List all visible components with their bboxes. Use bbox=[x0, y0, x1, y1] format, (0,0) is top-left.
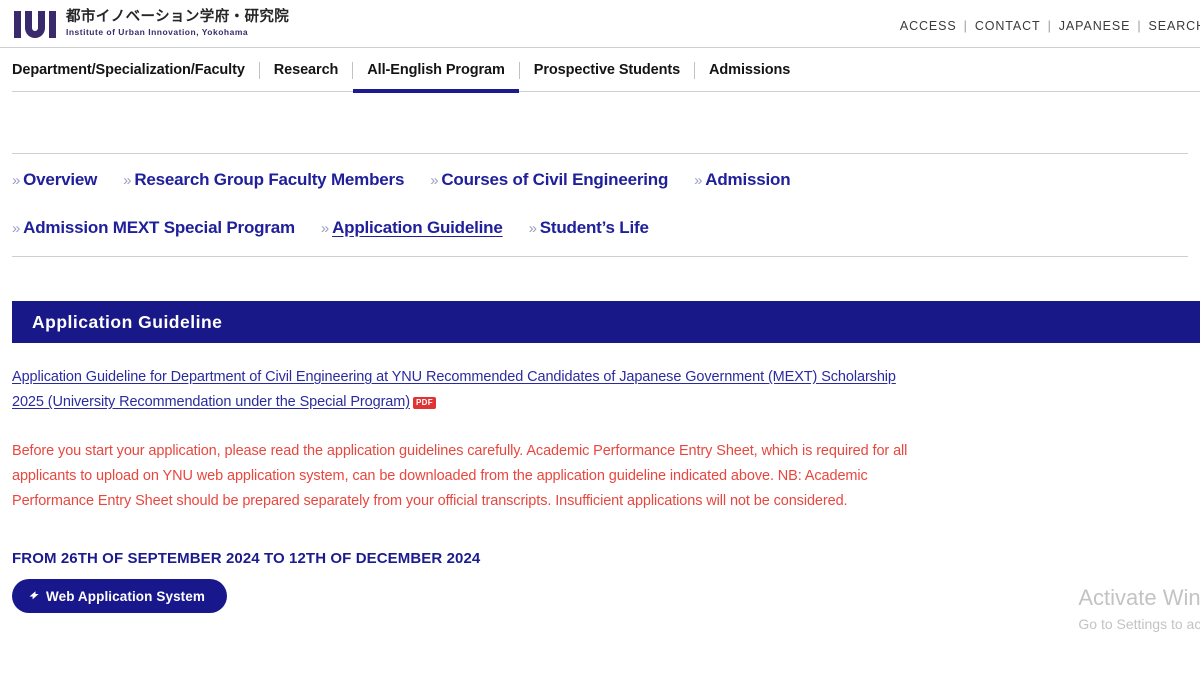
sublink-label: Application Guideline bbox=[332, 218, 503, 237]
util-nav-contact[interactable]: CONTACT bbox=[975, 19, 1041, 33]
nav-item-research[interactable]: Research bbox=[260, 48, 353, 92]
site-logo[interactable]: 都市イノベーション学府・研究院 Institute of Urban Innov… bbox=[14, 10, 289, 38]
util-nav-search[interactable]: SEARCH bbox=[1149, 19, 1200, 33]
subnav-wrapper: » Overview » Research Group Faculty Memb… bbox=[0, 92, 1200, 257]
sublink-application-guideline[interactable]: » Application Guideline bbox=[321, 218, 503, 238]
nav-item-admissions[interactable]: Admissions bbox=[695, 48, 804, 92]
util-nav-separator: | bbox=[1047, 19, 1052, 33]
sublink-label: Admission bbox=[705, 170, 791, 189]
sublink-overview[interactable]: » Overview bbox=[12, 170, 97, 190]
util-nav-separator: | bbox=[963, 19, 968, 33]
page-title: Application Guideline bbox=[32, 311, 223, 332]
sublink-label: Courses of Civil Engineering bbox=[441, 170, 669, 189]
main-content: Application Guideline Application Guidel… bbox=[0, 301, 1200, 613]
subnav-spacer bbox=[12, 92, 1188, 153]
double-chevron-icon: » bbox=[694, 172, 703, 189]
sublink-label: Overview bbox=[23, 170, 98, 189]
double-chevron-icon: » bbox=[123, 172, 132, 189]
sublink-label: Admission MEXT Special Program bbox=[23, 218, 295, 237]
sublink-admission-mext-special-program[interactable]: » Admission MEXT Special Program bbox=[12, 218, 295, 238]
double-chevron-icon: » bbox=[12, 220, 21, 237]
main-nav: Department/Specialization/Faculty Resear… bbox=[0, 47, 1200, 93]
brand-title-jp: 都市イノベーション学府・研究院 bbox=[66, 9, 290, 25]
subnav: » Overview » Research Group Faculty Memb… bbox=[12, 153, 1188, 257]
application-period-text: FROM 26TH OF SEPTEMBER 2024 TO 12TH OF D… bbox=[12, 550, 481, 567]
double-chevron-icon: » bbox=[320, 220, 330, 237]
external-link-icon bbox=[28, 590, 40, 602]
application-guideline-pdf-link[interactable]: Application Guideline for Department of … bbox=[12, 369, 896, 410]
util-nav-access[interactable]: ACCESS bbox=[900, 19, 957, 33]
util-nav-japanese[interactable]: JAPANESE bbox=[1059, 19, 1131, 33]
sublink-students-life[interactable]: » Student’s Life bbox=[529, 218, 649, 238]
util-nav-separator: | bbox=[1137, 19, 1142, 33]
brand-title-en: Institute of Urban Innovation, Yokohama bbox=[66, 26, 249, 37]
utility-nav: ACCESS | CONTACT | JAPANESE | SEARCH bbox=[900, 19, 1200, 33]
sublink-research-group-faculty-members[interactable]: » Research Group Faculty Members bbox=[123, 170, 404, 190]
nav-item-department[interactable]: Department/Specialization/Faculty bbox=[12, 48, 259, 92]
brand-text: 都市イノベーション学府・研究院 Institute of Urban Innov… bbox=[66, 10, 289, 37]
sublink-courses-of-civil-engineering[interactable]: » Courses of Civil Engineering bbox=[430, 170, 668, 190]
document-link-wrapper: Application Guideline for Department of … bbox=[12, 365, 912, 415]
document-link-text: Application Guideline for Department of … bbox=[12, 369, 896, 410]
double-chevron-icon: » bbox=[12, 172, 21, 189]
web-application-system-button[interactable]: Web Application System bbox=[12, 579, 227, 613]
iui-logo-icon bbox=[14, 10, 56, 38]
web-application-system-label: Web Application System bbox=[46, 588, 205, 604]
double-chevron-icon: » bbox=[430, 172, 439, 189]
important-notice-text: Before you start your application, pleas… bbox=[12, 443, 908, 509]
nav-item-all-english-program[interactable]: All-English Program bbox=[353, 48, 520, 93]
sublink-admission[interactable]: » Admission bbox=[694, 170, 790, 190]
pdf-badge-icon: PDF bbox=[412, 397, 436, 409]
site-header: 都市イノベーション学府・研究院 Institute of Urban Innov… bbox=[0, 0, 1200, 47]
watermark-subtitle: Go to Settings to activate bbox=[1078, 616, 1200, 632]
sublink-label: Student’s Life bbox=[539, 218, 649, 237]
page-banner: Application Guideline bbox=[12, 301, 1200, 343]
sublink-label: Research Group Faculty Members bbox=[134, 170, 405, 189]
nav-item-prospective-students[interactable]: Prospective Students bbox=[520, 48, 694, 92]
double-chevron-icon: » bbox=[528, 220, 537, 237]
